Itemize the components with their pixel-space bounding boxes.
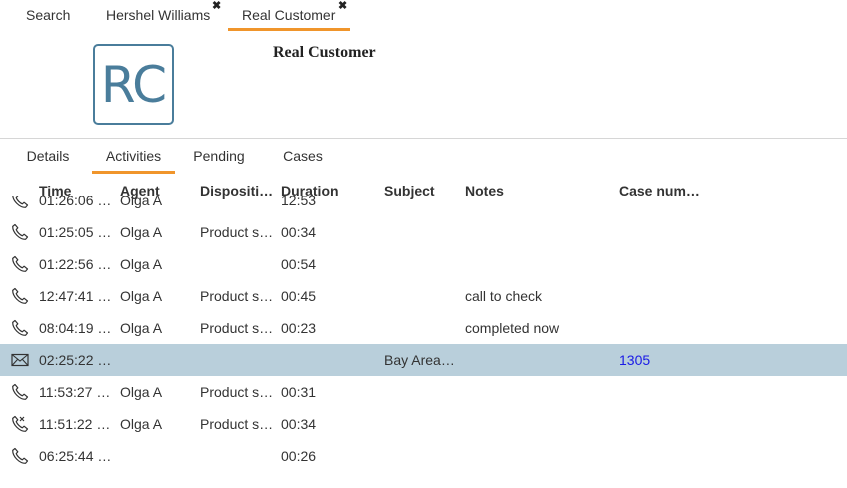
cell-duration: 00:26: [281, 448, 317, 464]
cell-subject: [384, 312, 458, 344]
cell-time: 12:47:41 …: [39, 288, 112, 304]
cell-agent: [120, 344, 196, 376]
cell-agent: Olga A: [120, 224, 163, 240]
phone-icon: [11, 447, 29, 465]
cell-case: [619, 216, 709, 248]
cell-notes: [465, 408, 615, 440]
cell-duration: 00:45: [281, 288, 317, 304]
table-row[interactable]: 01:25:05 … Olga A Product s… 00:34: [0, 216, 847, 248]
cell-case: [619, 408, 709, 440]
table-row[interactable]: 06:25:44 … 00:26: [0, 440, 847, 472]
table-row[interactable]: 12:47:41 … Olga A Product s… 00:45 call to c…: [0, 280, 847, 312]
cell-agent: Olga A: [120, 196, 163, 208]
table-row[interactable]: 08:04:19 … Olga A Product s… 00:23 completed…: [0, 312, 847, 344]
cell-notes: [465, 344, 615, 376]
cell-notes: [465, 196, 615, 216]
cell-case: [619, 312, 709, 344]
cell-duration: 00:34: [281, 416, 317, 432]
cell-subject: [384, 440, 458, 472]
phone-icon: [11, 196, 29, 209]
tab-label: Search: [26, 7, 71, 23]
phone-missed-icon: [11, 415, 29, 433]
table-row[interactable]: 01:26:06 … Olga A 12:53: [0, 196, 847, 216]
tab-pending[interactable]: Pending: [185, 140, 253, 172]
tab-search[interactable]: Search: [26, 0, 70, 31]
cell-case: [619, 376, 709, 408]
avatar: RC: [93, 44, 174, 125]
cell-subject: [384, 408, 458, 440]
cell-notes: completed now: [465, 320, 560, 336]
tab-details[interactable]: Details: [14, 140, 82, 172]
cell-notes: call to check: [465, 288, 543, 304]
table-row[interactable]: 11:51:22 … Olga A Product s… 00:34: [0, 408, 847, 440]
tab-real-customer[interactable]: Real Customer ✖: [228, 0, 350, 31]
phone-icon: [11, 255, 29, 273]
cell-time: 11:53:27 …: [39, 384, 111, 400]
header-divider: [0, 138, 847, 139]
cell-notes: [465, 376, 615, 408]
cell-notes: [465, 248, 615, 280]
cell-subject: [384, 196, 458, 216]
cell-time: 01:22:56 …: [39, 256, 112, 272]
envelope-icon: [11, 351, 29, 369]
cell-time: 06:25:44 …: [39, 448, 112, 464]
cell-agent: [120, 440, 196, 472]
cell-disposition: [200, 344, 276, 376]
tab-activities[interactable]: Activities: [92, 140, 175, 174]
phone-icon: [11, 223, 29, 241]
cell-case: [619, 196, 709, 216]
cell-duration: 00:23: [281, 320, 317, 336]
cell-notes: [465, 440, 615, 472]
cell-time: 01:25:05 …: [39, 224, 112, 240]
phone-icon: [11, 287, 29, 305]
cell-duration: 00:31: [281, 384, 317, 400]
phone-icon: [11, 319, 29, 337]
cell-duration: 12:53: [281, 196, 317, 208]
tab-label: Hershel Williams: [106, 7, 211, 23]
cell-agent: Olga A: [120, 256, 163, 272]
cell-disposition: Product s…: [200, 320, 274, 336]
phone-icon: [11, 383, 29, 401]
cell-disposition: [200, 196, 276, 216]
cell-duration: 00:54: [281, 256, 317, 272]
tab-hershel-williams[interactable]: Hershel Williams ✖: [106, 0, 222, 31]
cell-agent: Olga A: [120, 320, 163, 336]
table-row[interactable]: 01:22:56 … Olga A 00:54: [0, 248, 847, 280]
cell-disposition: Product s…: [200, 416, 274, 432]
cell-case: [619, 280, 709, 312]
cell-subject: [384, 216, 458, 248]
table-row[interactable]: 11:53:27 … Olga A Product s… 00:31: [0, 376, 847, 408]
cell-disposition: [200, 440, 276, 472]
cell-subject: [384, 280, 458, 312]
cell-duration: [281, 344, 371, 376]
cell-notes: [465, 216, 615, 248]
cell-time: 08:04:19 …: [39, 320, 112, 336]
cell-subject: [384, 248, 458, 280]
cell-disposition: [200, 248, 276, 280]
cell-agent: Olga A: [120, 416, 163, 432]
cell-agent: Olga A: [120, 288, 163, 304]
cell-disposition: Product s…: [200, 224, 274, 240]
cell-time: 02:25:22 …: [39, 352, 112, 368]
tab-cases[interactable]: Cases: [269, 140, 337, 172]
tab-label: Real Customer: [242, 7, 336, 23]
cell-disposition: Product s…: [200, 384, 274, 400]
cell-disposition: Product s…: [200, 288, 274, 304]
cell-duration: 00:34: [281, 224, 317, 240]
top-tab-bar: Search Hershel Williams ✖ Real Customer …: [0, 0, 847, 34]
cell-time: 11:51:22 …: [39, 416, 111, 432]
cell-subject: Bay Area…: [384, 352, 455, 368]
close-icon[interactable]: ✖: [212, 0, 221, 21]
customer-name: Real Customer: [273, 44, 376, 61]
activities-table: 01:26:06 … Olga A 12:53 01:25:05 … Olga A Pro…: [0, 196, 847, 488]
cell-time: 01:26:06 …: [39, 196, 112, 208]
cell-case: [619, 440, 709, 472]
cell-case: [619, 248, 709, 280]
cell-agent: Olga A: [120, 384, 163, 400]
cell-case[interactable]: 1305: [619, 344, 709, 376]
close-icon[interactable]: ✖: [338, 0, 347, 21]
cell-subject: [384, 376, 458, 408]
table-row[interactable]: 02:25:22 … Bay Area… 1305: [0, 344, 847, 376]
